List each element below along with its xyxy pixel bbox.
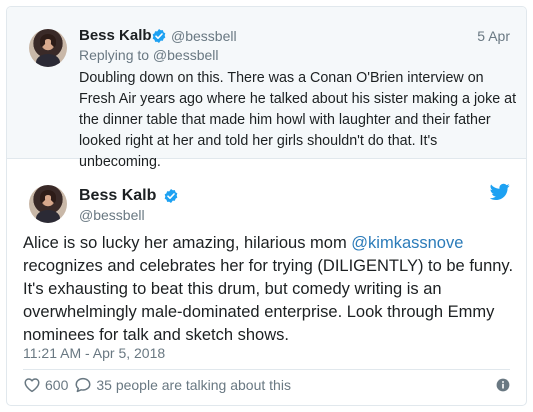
tweet-actions: 600 35 people are talking about this (23, 373, 297, 397)
parent-tweet[interactable]: Bess Kalb @bessbell 5 Apr Replying to @b… (7, 7, 526, 170)
parent-author-name[interactable]: Bess Kalb (79, 27, 152, 44)
parent-author-handle[interactable]: @bessbell (171, 28, 237, 44)
tweet-text-part: Alice is so lucky her amazing, hilarious… (23, 234, 352, 252)
verified-badge-icon (164, 189, 178, 203)
replying-to-label: Replying to @bessbell (79, 47, 219, 63)
parent-date[interactable]: 5 Apr (477, 28, 510, 44)
like-button[interactable]: 600 (23, 376, 68, 394)
conversation-label: 35 people are talking about this (96, 377, 291, 393)
speech-bubble-icon (75, 377, 91, 393)
tweet-text-part: recognizes and celebrates her for trying… (23, 257, 514, 344)
heart-icon (24, 378, 40, 393)
author-handle[interactable]: @bessbell (79, 207, 145, 223)
embedded-tweet-card: Bess Kalb @bessbell 5 Apr Replying to @b… (6, 6, 527, 406)
twitter-bird-icon[interactable] (490, 183, 510, 201)
info-icon[interactable] (496, 378, 510, 392)
parent-tweet-text: Doubling down on this. There was a Conan… (79, 70, 517, 170)
divider (23, 369, 510, 370)
author-name[interactable]: Bess Kalb (79, 187, 156, 205)
verified-badge-icon (152, 29, 166, 43)
parent-avatar[interactable] (29, 29, 67, 67)
mention-link[interactable]: @kimkassnove (351, 234, 463, 252)
tweet-text: Alice is so lucky her amazing, hilarious… (23, 232, 523, 347)
like-count: 600 (45, 377, 69, 393)
tweet-timestamp[interactable]: 11:21 AM - Apr 5, 2018 (23, 345, 165, 361)
author-avatar[interactable] (29, 185, 67, 223)
conversation-button[interactable]: 35 people are talking about this (74, 376, 291, 394)
